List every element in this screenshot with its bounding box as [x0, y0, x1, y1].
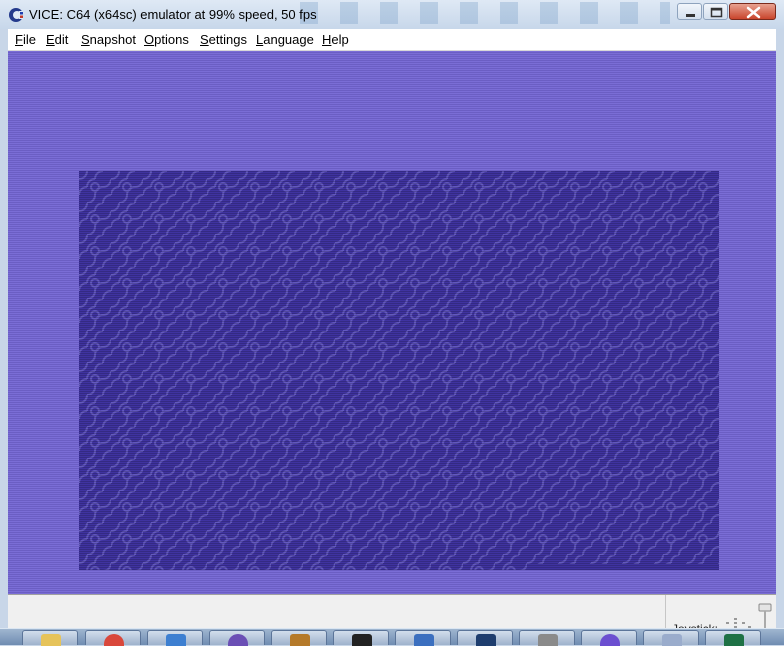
- c64-display-area: [79, 171, 719, 570]
- scanline-overlay: [79, 171, 719, 570]
- maximize-button[interactable]: [703, 3, 728, 20]
- window-title: VICE: C64 (x64sc) emulator at 99% speed,…: [29, 7, 317, 22]
- title-bar: VICE: C64 (x64sc) emulator at 99% speed,…: [0, 0, 784, 29]
- taskbar-sublime-button[interactable]: [271, 630, 327, 646]
- menu-file[interactable]: File: [15, 32, 36, 47]
- taskbar-photoshop-button[interactable]: [457, 630, 513, 646]
- folder-icon: [414, 634, 434, 646]
- joystick-indicator-icon: [726, 618, 751, 628]
- vice-icon[interactable]: [8, 7, 24, 23]
- menu-settings[interactable]: Settings: [200, 32, 247, 47]
- sublime-icon: [290, 634, 310, 646]
- menu-language[interactable]: Language: [256, 32, 314, 47]
- background-reflection: [300, 2, 670, 24]
- menu-help[interactable]: Help: [322, 32, 349, 47]
- taskbar-app-button[interactable]: [519, 630, 575, 646]
- menu-bar: File Edit Snapshot Options Settings Lang…: [8, 29, 776, 51]
- taskbar: [0, 628, 784, 646]
- window-icon: [166, 634, 186, 646]
- app-icon: [538, 634, 558, 646]
- taskbar-mail-button[interactable]: [209, 630, 265, 646]
- menu-snapshot[interactable]: Snapshot: [81, 32, 136, 47]
- status-divider: [665, 595, 666, 629]
- misc-icon: [662, 634, 682, 646]
- emulator-screen[interactable]: [8, 51, 776, 594]
- explorer-icon: [41, 634, 61, 646]
- photoshop-icon: [476, 634, 496, 646]
- taskbar-folder-button[interactable]: [395, 630, 451, 646]
- taskbar-chrome-button[interactable]: [85, 630, 141, 646]
- status-bar: Joystick:: [8, 594, 776, 636]
- terminal-icon: [352, 634, 372, 646]
- taskbar-misc-button[interactable]: [643, 630, 699, 646]
- close-button[interactable]: [729, 3, 776, 20]
- taskbar-explorer-button[interactable]: [22, 630, 78, 646]
- taskbar-terminal-button[interactable]: [333, 630, 389, 646]
- taskbar-window-button[interactable]: [147, 630, 203, 646]
- eye-icon: [600, 634, 620, 646]
- menu-edit[interactable]: Edit: [46, 32, 68, 47]
- taskbar-eye-button[interactable]: [581, 630, 637, 646]
- minimize-button[interactable]: [677, 3, 702, 20]
- chrome-icon: [104, 634, 124, 646]
- taskbar-excel-button[interactable]: [705, 630, 761, 646]
- menu-options[interactable]: Options: [144, 32, 189, 47]
- slider-handle-icon[interactable]: [758, 603, 772, 629]
- mail-icon: [228, 634, 248, 646]
- excel-icon: [724, 634, 744, 646]
